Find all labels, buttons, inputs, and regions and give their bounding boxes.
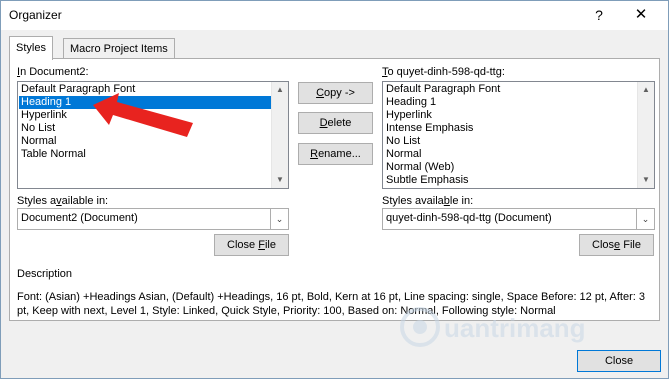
list-item[interactable]: Subtle Emphasis — [384, 174, 637, 187]
list-item[interactable]: Default Paragraph Font — [384, 83, 637, 96]
list-item[interactable]: Normal (Web) — [384, 161, 637, 174]
window-title: Organizer — [9, 8, 62, 22]
chevron-down-icon[interactable]: ⌄ — [270, 209, 288, 229]
tab-macro-project-items[interactable]: Macro Project Items — [63, 38, 175, 59]
left-scrollbar[interactable]: ▲ ▼ — [271, 82, 288, 188]
left-close-file-button[interactable]: Close File — [214, 234, 289, 256]
left-available-value: Document2 (Document) — [21, 212, 138, 224]
svg-text:uantrimang: uantrimang — [444, 313, 586, 343]
right-available-value: quyet-dinh-598-qd-ttg (Document) — [386, 212, 552, 224]
list-item[interactable]: Heading 1 — [384, 96, 637, 109]
tab-styles-label: Styles — [16, 42, 46, 54]
organizer-dialog: Organizer ? ✕ Styles Macro Project Items… — [0, 0, 669, 379]
scroll-up-icon[interactable]: ▲ — [638, 82, 654, 98]
list-item[interactable]: Intense Emphasis — [384, 122, 637, 135]
scroll-up-icon[interactable]: ▲ — [272, 82, 288, 98]
scroll-down-icon[interactable]: ▼ — [272, 172, 288, 188]
tab-styles[interactable]: Styles — [9, 36, 53, 60]
copy-button[interactable]: Copy -> — [298, 82, 373, 104]
left-available-select[interactable]: Document2 (Document) ⌄ — [17, 208, 289, 230]
list-item[interactable]: Table Normal — [19, 148, 271, 161]
close-icon[interactable]: ✕ — [621, 4, 661, 26]
right-list-label: To quyet-dinh-598-qd-ttg: — [382, 66, 505, 78]
chevron-down-icon[interactable]: ⌄ — [636, 209, 654, 229]
title-bar: Organizer ? ✕ — [1, 1, 668, 30]
left-available-label: Styles available in: — [17, 195, 109, 207]
description-label: Description — [17, 268, 73, 280]
rename-button[interactable]: Rename... — [298, 143, 373, 165]
watermark-logo: uantrimang — [400, 307, 586, 347]
left-list-label: In Document2: — [17, 66, 89, 78]
right-available-label: Styles available in: — [382, 195, 474, 207]
right-close-file-button[interactable]: Close File — [579, 234, 654, 256]
annotation-arrow-icon — [93, 93, 193, 137]
help-button[interactable]: ? — [584, 4, 614, 26]
delete-button[interactable]: Delete — [298, 112, 373, 134]
tab-macro-label: Macro Project Items — [70, 43, 168, 55]
list-item[interactable]: No List — [384, 135, 637, 148]
right-scrollbar[interactable]: ▲ ▼ — [637, 82, 654, 188]
right-styles-listbox[interactable]: Default Paragraph Font Heading 1 Hyperlink… — [382, 81, 655, 189]
scroll-down-icon[interactable]: ▼ — [638, 172, 654, 188]
list-item[interactable]: Hyperlink — [384, 109, 637, 122]
list-item[interactable]: Normal — [384, 148, 637, 161]
right-available-select[interactable]: quyet-dinh-598-qd-ttg (Document) ⌄ — [382, 208, 655, 230]
close-button[interactable]: Close — [577, 350, 661, 372]
